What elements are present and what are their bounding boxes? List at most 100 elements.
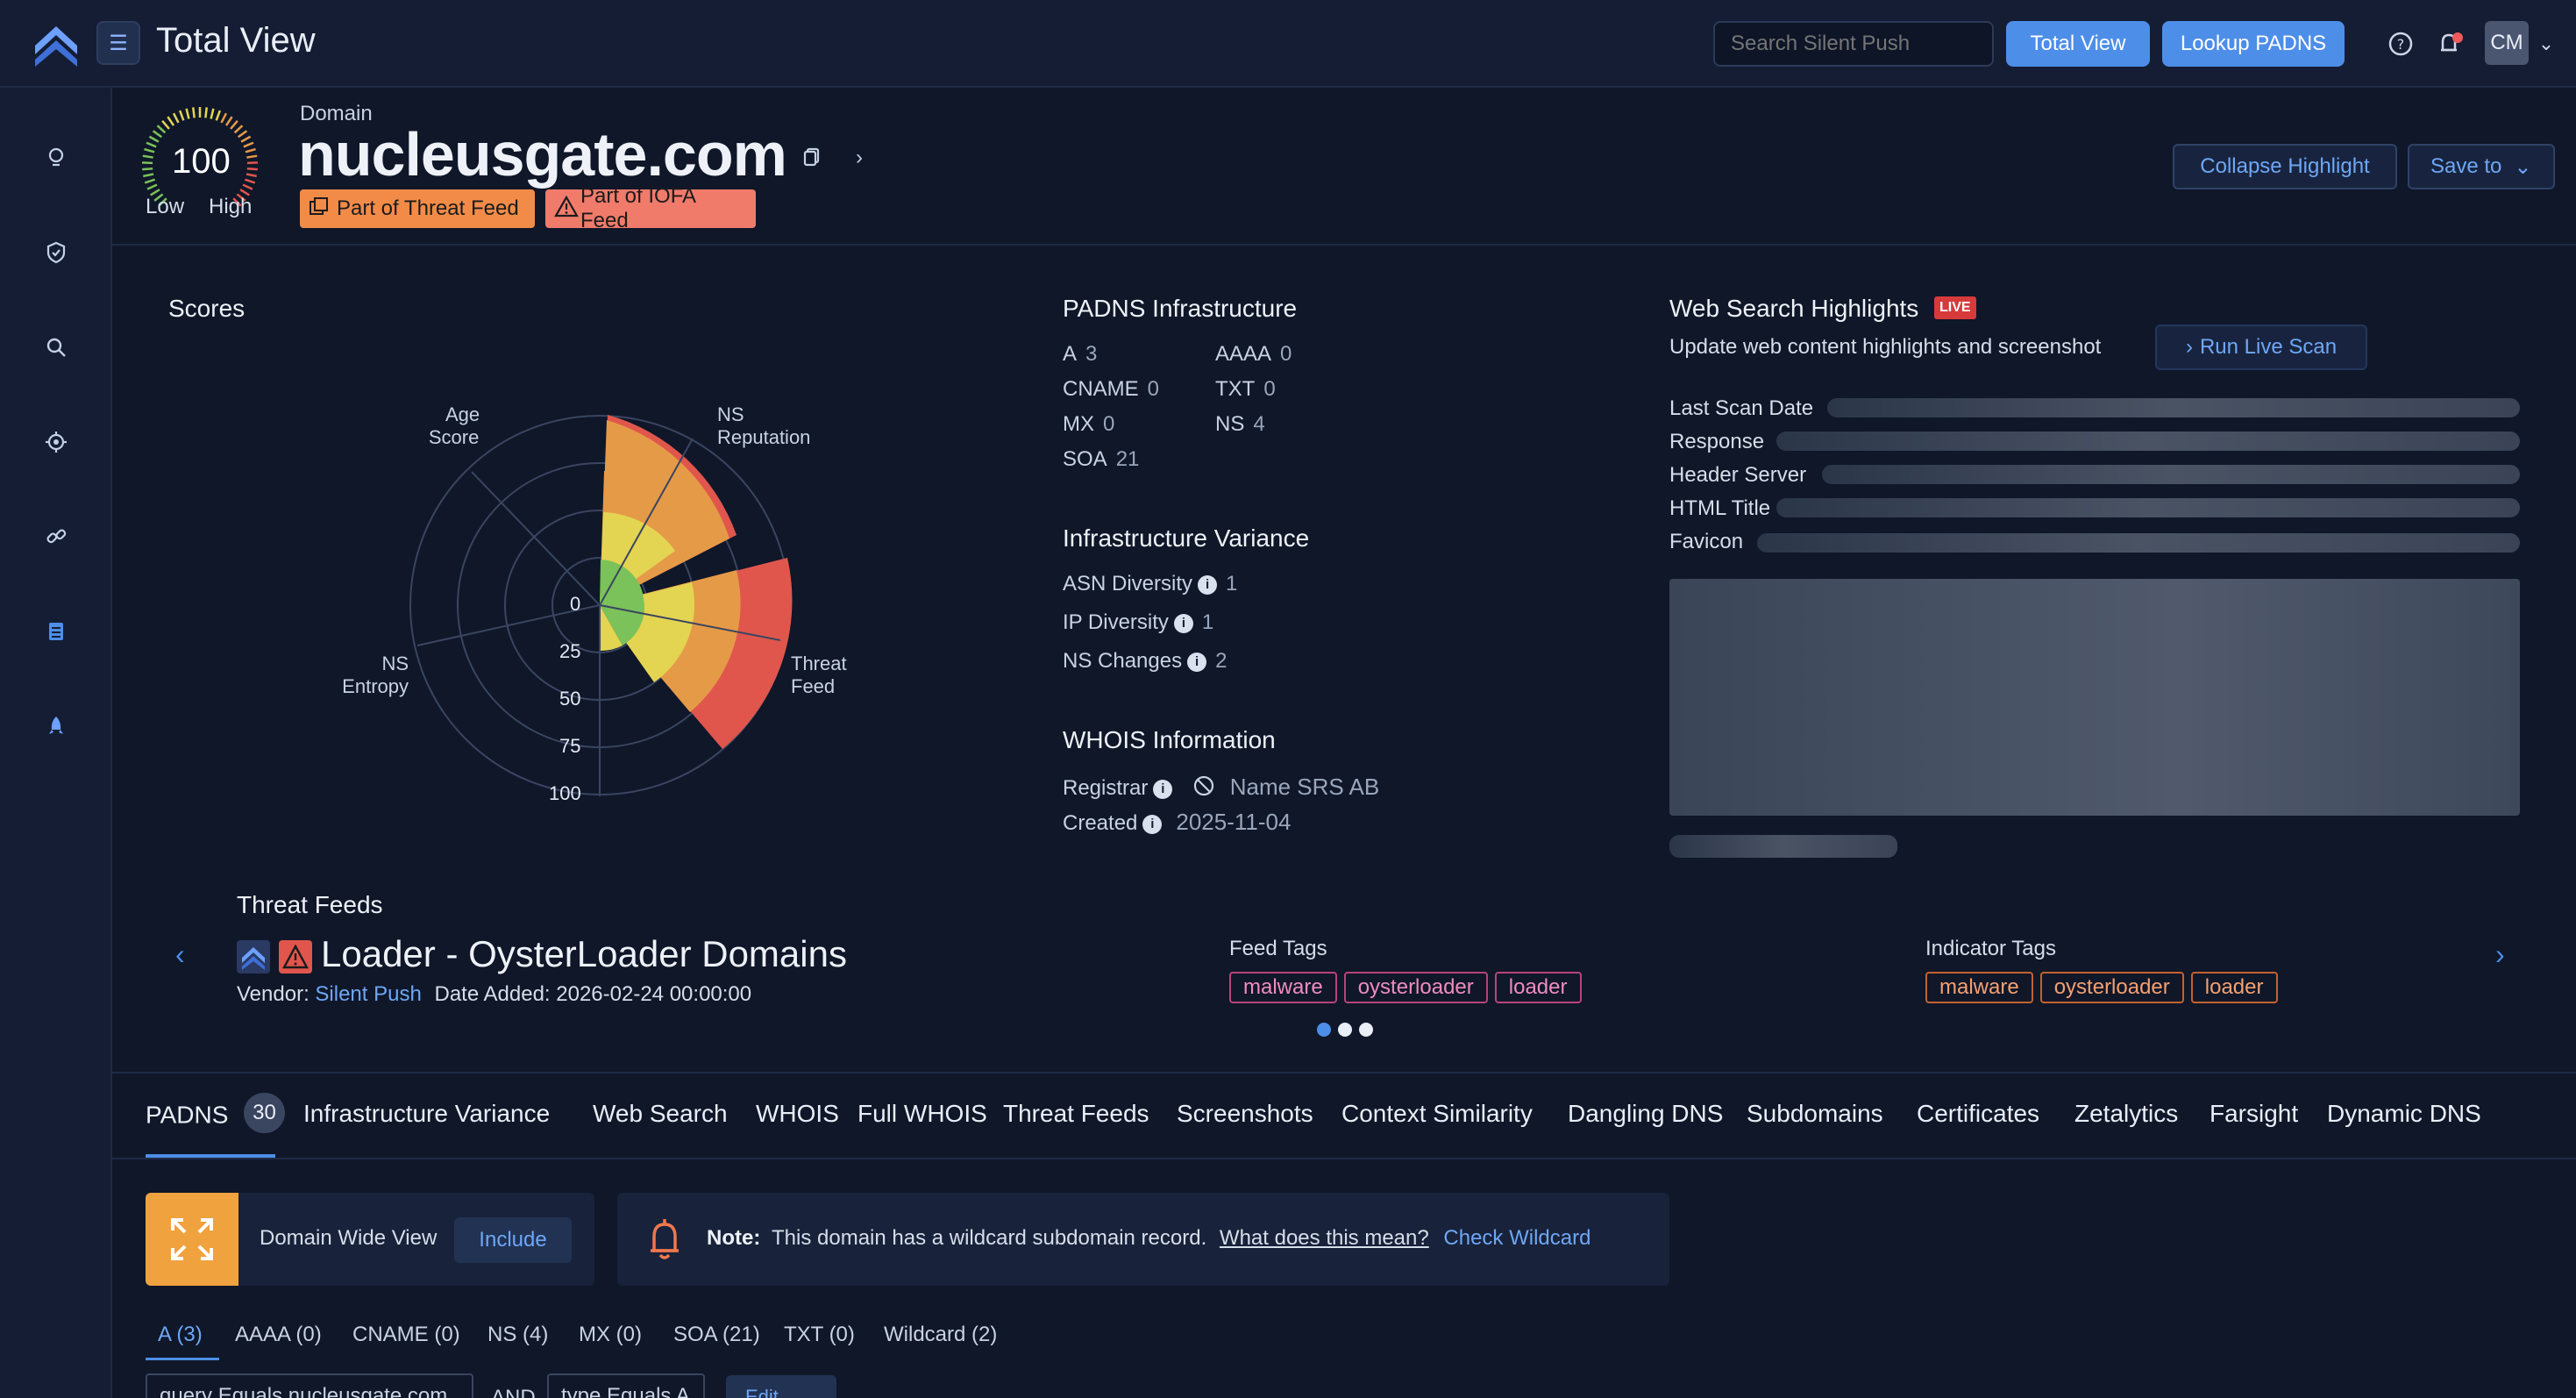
tab-whois[interactable]: WHOIS (756, 1100, 839, 1128)
subtab-mx[interactable]: MX (0) (579, 1323, 642, 1347)
note-text: Note: This domain has a wildcard subdoma… (707, 1226, 1590, 1251)
chevron-down-icon[interactable]: ⌄ (2529, 26, 2564, 61)
axis-label-line: Entropy (342, 675, 409, 697)
what-does-this-mean-link[interactable]: What does this mean? (1220, 1226, 1429, 1250)
subtab-aaaa[interactable]: AAAA (0) (235, 1323, 322, 1347)
subtab-soa[interactable]: SOA (21) (673, 1323, 760, 1347)
subtab-wildcard[interactable]: Wildcard (2) (884, 1323, 997, 1347)
carousel-dot[interactable] (1359, 1023, 1373, 1037)
tab-farsight[interactable]: Farsight (2210, 1100, 2298, 1128)
record-label: CNAME (1063, 377, 1139, 401)
record-label: AAAA (1215, 342, 1272, 366)
info-icon[interactable]: i (1142, 814, 1163, 834)
tab-dynamic-dns[interactable]: Dynamic DNS (2327, 1100, 2481, 1128)
search-icon[interactable] (39, 330, 74, 365)
tab-zetalytics[interactable]: Zetalytics (2074, 1100, 2178, 1128)
subtab-a[interactable]: A (3) (158, 1323, 203, 1347)
tab-full-whois[interactable]: Full WHOIS (857, 1100, 987, 1128)
edit-filter-button[interactable]: Edit (726, 1375, 836, 1398)
iofa-feed-badge[interactable]: Part of IOFA Feed (545, 184, 756, 232)
threat-feed-badge[interactable]: Part of Threat Feed (300, 189, 535, 228)
copy-icon[interactable] (800, 144, 824, 168)
include-button[interactable]: Include (454, 1217, 572, 1263)
tab-threat-feeds[interactable]: Threat Feeds (1003, 1100, 1149, 1128)
gauge-tick (148, 135, 160, 143)
subtab-txt[interactable]: TXT (0) (784, 1323, 855, 1347)
collapse-highlight-button[interactable]: Collapse Highlight (2173, 144, 2397, 189)
list-icon: ☰ (109, 31, 128, 55)
metric-value: 1 (1226, 572, 1238, 596)
expand-icon[interactable] (146, 1193, 238, 1286)
record-value: 3 (1085, 342, 1098, 366)
feed-tag[interactable]: loader (1494, 972, 1582, 1003)
save-to-button[interactable]: Save to ⌄ (2408, 144, 2555, 189)
tab-certificates[interactable]: Certificates (1917, 1100, 2039, 1128)
search-input[interactable] (1713, 21, 1994, 67)
shield-icon[interactable] (39, 235, 74, 270)
feed-tag[interactable]: malware (1229, 972, 1337, 1003)
chevron-down-icon: ⌄ (2514, 154, 2532, 179)
info-icon[interactable]: i (1153, 779, 1173, 799)
query-filter-chip[interactable]: query Equals nucleusgate.com (146, 1373, 473, 1398)
table-icon[interactable] (39, 614, 74, 649)
loading-bar (1827, 398, 2520, 417)
subtab-cname[interactable]: CNAME (0) (352, 1323, 460, 1347)
feed-icon (309, 196, 331, 223)
iofa-feed-badge-label: Part of IOFA Feed (580, 184, 695, 232)
web-search-title: Web Search Highlights (1669, 295, 1919, 322)
registrar-value: Name SRS AB (1229, 774, 1380, 800)
target-icon[interactable] (39, 424, 74, 460)
date-added-label: Date Added: (434, 982, 551, 1006)
silent-push-logo-icon[interactable] (32, 19, 81, 68)
feed-tag[interactable]: oysterloader (1343, 972, 1488, 1003)
tab-subdomains[interactable]: Subdomains (1747, 1100, 1883, 1128)
avatar[interactable]: CM (2485, 21, 2529, 65)
gauge-tick (146, 141, 157, 148)
chevron-right-icon[interactable]: › (856, 146, 863, 170)
gauge-tick (244, 178, 256, 184)
gauge-score: 100 (172, 142, 231, 181)
tab-padns[interactable]: PADNS 30 (146, 1093, 285, 1133)
indicator-tag[interactable]: loader (2190, 972, 2278, 1003)
chevron-left-icon[interactable]: ‹ (175, 938, 185, 971)
scores-title: Scores (168, 295, 246, 322)
subtab-ns[interactable]: NS (4) (487, 1323, 548, 1347)
carousel-dot-active[interactable] (1317, 1023, 1331, 1037)
chevron-right-icon[interactable]: › (2495, 938, 2505, 971)
check-wildcard-link[interactable]: Check Wildcard (1443, 1226, 1590, 1250)
padns-soa: SOA 21 (1063, 447, 1139, 472)
help-icon[interactable]: ? (2383, 26, 2418, 61)
indicator-tag[interactable]: oysterloader (2039, 972, 2184, 1003)
gauge-tick (146, 183, 158, 190)
lookup-padns-button[interactable]: Lookup PADNS (2162, 21, 2345, 67)
carousel-dot[interactable] (1338, 1023, 1352, 1037)
vendor-link[interactable]: Silent Push (315, 982, 421, 1006)
lightbulb-icon[interactable] (39, 140, 74, 175)
html-title-label: HTML Title (1669, 496, 1771, 520)
tab-dangling-dns[interactable]: Dangling DNS (1568, 1100, 1723, 1128)
info-icon[interactable]: i (1187, 652, 1207, 672)
info-icon[interactable]: i (1198, 574, 1218, 595)
record-value: 21 (1115, 447, 1140, 471)
loading-bar (1669, 835, 1897, 858)
run-live-scan-button[interactable]: › Run Live Scan (2155, 325, 2367, 370)
bell-icon[interactable] (2432, 26, 2467, 61)
record-value: 0 (1263, 377, 1276, 401)
type-filter-chip[interactable]: type Equals A (547, 1373, 705, 1398)
tab-screenshots[interactable]: Screenshots (1177, 1100, 1313, 1128)
gauge-tick (224, 116, 233, 126)
tab-context-similarity[interactable]: Context Similarity (1341, 1100, 1533, 1128)
tab-web-search[interactable]: Web Search (593, 1100, 728, 1128)
gauge-tick (185, 108, 190, 119)
rocket-icon[interactable] (39, 709, 74, 744)
info-icon[interactable]: i (1173, 613, 1193, 633)
indicator-tag[interactable]: malware (1925, 972, 2033, 1003)
gauge-tick (178, 110, 185, 121)
total-view-button[interactable]: Total View (2006, 21, 2150, 67)
axis-label-line: Age (445, 403, 480, 425)
menu-toggle-button[interactable]: ☰ (96, 21, 140, 65)
record-label: TXT (1215, 377, 1256, 401)
tab-infrastructure-variance[interactable]: Infrastructure Variance (303, 1100, 550, 1128)
metric-value: 2 (1215, 649, 1228, 673)
link-icon[interactable] (39, 519, 74, 554)
